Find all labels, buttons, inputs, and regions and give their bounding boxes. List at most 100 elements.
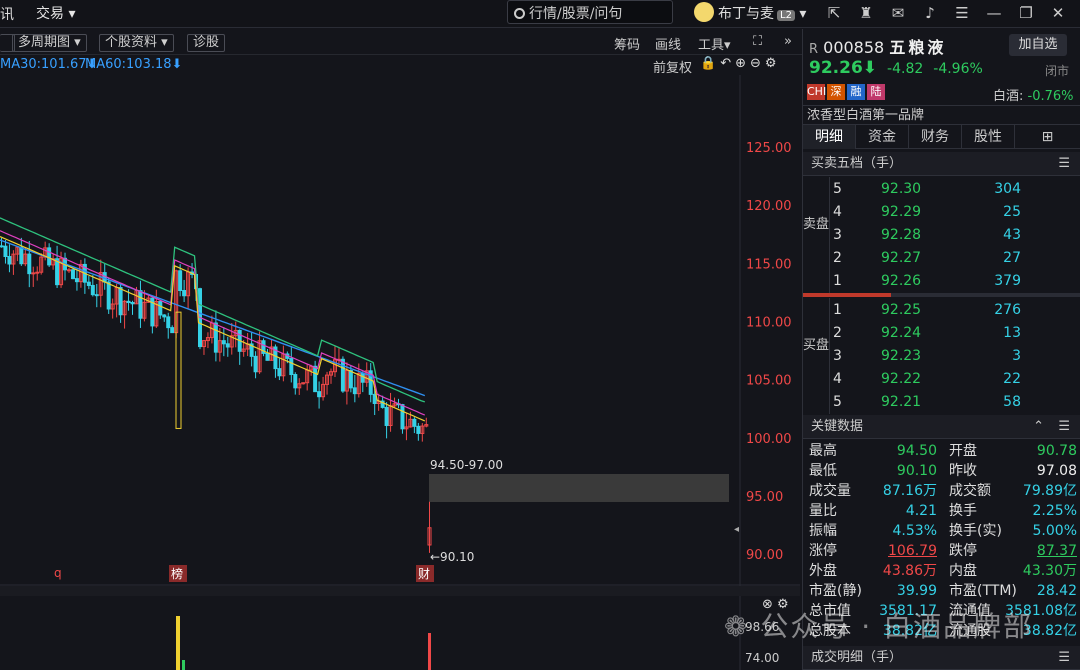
search-icon <box>514 8 525 19</box>
share-icon[interactable]: ⇱ <box>824 3 844 23</box>
candle <box>0 245 4 248</box>
collapse-icon[interactable]: ⌃ <box>1033 415 1044 439</box>
orderbook-row[interactable]: 4 92.22 22 <box>833 368 1079 390</box>
keydata-label: 开盘 <box>949 443 977 459</box>
zoom-out-icon[interactable]: ⊖ <box>750 56 765 71</box>
orderbook-row[interactable]: 1 92.25 276 <box>833 299 1079 321</box>
keydata-label: 内盘 <box>949 563 977 579</box>
candle <box>384 406 389 426</box>
level: 4 <box>833 371 842 387</box>
vol-bar <box>182 660 185 670</box>
tools-button[interactable]: 工具▾ <box>698 34 731 53</box>
menu-icon[interactable]: ☰ <box>1058 415 1070 439</box>
user-menu[interactable]: 布丁与麦 L2 ▾ <box>694 2 806 23</box>
layout-icon[interactable]: ⊞ <box>1015 125 1080 149</box>
menu-icon[interactable]: ☰ <box>1058 646 1070 670</box>
close-icon[interactable]: ✕ <box>1048 3 1068 23</box>
volume: 25 <box>1003 204 1021 220</box>
tab-funds[interactable]: 资金 <box>856 125 909 149</box>
tag-shen[interactable]: 深 <box>827 84 845 100</box>
price: 92.24 <box>881 325 922 341</box>
keydata-label: 成交额 <box>949 483 991 499</box>
candle <box>86 281 91 286</box>
minimize-icon[interactable]: — <box>984 3 1004 23</box>
tag-lu[interactable]: 陆 <box>867 84 885 100</box>
price: 92.30 <box>881 181 922 197</box>
price-pct: -4.96% <box>933 61 983 77</box>
orderbook-row[interactable]: 2 92.27 27 <box>833 247 1079 269</box>
search-input[interactable]: 行情/股票/问句 <box>507 0 673 24</box>
diagnose-button[interactable]: 诊股 <box>187 34 226 52</box>
candle <box>265 352 270 361</box>
mail-icon[interactable]: ✉ <box>888 3 908 23</box>
candle <box>47 247 52 266</box>
user-name: 布丁与麦 <box>718 6 774 22</box>
window-icons: ⇱ ♜ ✉ ♪ ☰ — ❐ ✕ <box>824 3 1068 23</box>
menu-icon[interactable]: ☰ <box>1058 152 1070 176</box>
expand-icon[interactable]: » <box>784 34 792 49</box>
keydata-value: 5.00% <box>1032 523 1077 539</box>
gear-icon[interactable]: ⚙ <box>765 56 781 71</box>
price: 92.26 <box>881 273 922 289</box>
orderbook-row[interactable]: 3 92.28 43 <box>833 224 1079 246</box>
keydata-value: 90.78 <box>1036 443 1077 459</box>
tag-rong[interactable]: 融 <box>847 84 865 100</box>
price: 92.23 <box>881 348 922 364</box>
volume: 379 <box>994 273 1021 289</box>
menu-item-cut[interactable]: 讯 <box>0 4 14 24</box>
keydata-label: 涨停 <box>809 543 837 559</box>
lock-icon[interactable]: 🔒 <box>700 56 720 71</box>
volume-panel: ⊗ ⚙ 98.66 74.00 <box>176 597 789 670</box>
kline-chart[interactable]: 125.00 120.00 115.00 110.00 105.00 100.00 95.0… <box>0 75 800 670</box>
orderbook-row[interactable]: 1 92.26 379 <box>833 270 1079 292</box>
keydata-row: 量比 4.21 换手 2.25% <box>803 501 1080 521</box>
undo-icon[interactable]: ↶ <box>720 56 735 71</box>
chips-button[interactable]: 筹码 <box>614 34 640 53</box>
orderbook-row[interactable]: 3 92.23 3 <box>833 345 1079 367</box>
orderbook-row[interactable]: 5 92.30 304 <box>833 178 1079 200</box>
keydata-label: 昨收 <box>949 463 977 479</box>
keydata-label: 换手 <box>949 503 977 519</box>
vol-bar <box>176 616 180 670</box>
tab-character[interactable]: 股性 <box>962 125 1015 149</box>
volume: 13 <box>1003 325 1021 341</box>
candle <box>412 418 417 427</box>
sector-pct: -0.76% <box>1027 89 1074 104</box>
tag-chi[interactable]: CHI <box>807 84 826 100</box>
candle <box>178 270 183 292</box>
gap-zone <box>429 474 729 502</box>
shirt-icon[interactable]: ♜ <box>856 3 876 23</box>
restore-icon[interactable]: ❐ <box>1016 3 1036 23</box>
volume: 276 <box>994 302 1021 318</box>
right-panel: R 000858 五粮液 加自选 92.26⬇ -4.82 -4.96% 闭市 CH… <box>802 29 1080 670</box>
candle <box>74 278 79 283</box>
orderbook-row[interactable]: 2 92.24 13 <box>833 322 1079 344</box>
keydata-value: 87.16万 <box>882 483 937 499</box>
adjust-label[interactable]: 前复权 <box>653 57 692 76</box>
keydata-value: 43.86万 <box>882 563 937 579</box>
draw-button[interactable]: 画线 <box>655 34 681 53</box>
tab-finance[interactable]: 财务 <box>909 125 962 149</box>
stock-code: 000858 <box>823 38 885 57</box>
orderbook-row[interactable]: 4 92.29 25 <box>833 201 1079 223</box>
keydata-value: 90.10 <box>896 463 937 479</box>
period-button[interactable]: 多周期图 ▾ <box>12 34 87 52</box>
zoom-in-icon[interactable]: ⊕ <box>735 56 750 71</box>
fullscreen-icon[interactable]: ⛶ <box>753 34 762 49</box>
menu-icon[interactable]: ☰ <box>952 3 972 23</box>
orderbook-row[interactable]: 5 92.21 58 <box>833 391 1079 413</box>
keydata-value: 2.25% <box>1032 503 1077 519</box>
profile-button[interactable]: 个股资料 ▾ <box>99 34 174 52</box>
price: 92.21 <box>881 394 922 410</box>
market-status: 闭市 <box>1045 64 1070 78</box>
candle <box>70 269 75 280</box>
menu-trade[interactable]: 交易 ▾ <box>36 3 75 23</box>
sector-change[interactable]: 白酒: -0.76% <box>993 85 1074 104</box>
candle <box>126 300 131 304</box>
add-watchlist-button[interactable]: 加自选 <box>1009 34 1067 56</box>
keydata-row: 最低 90.10 昨收 97.08 <box>803 461 1080 481</box>
price: 92.22 <box>881 371 922 387</box>
y-tick-label: 90.00 <box>746 548 783 563</box>
tab-detail[interactable]: 明细 <box>803 125 856 149</box>
bell-icon[interactable]: ♪ <box>920 3 940 23</box>
